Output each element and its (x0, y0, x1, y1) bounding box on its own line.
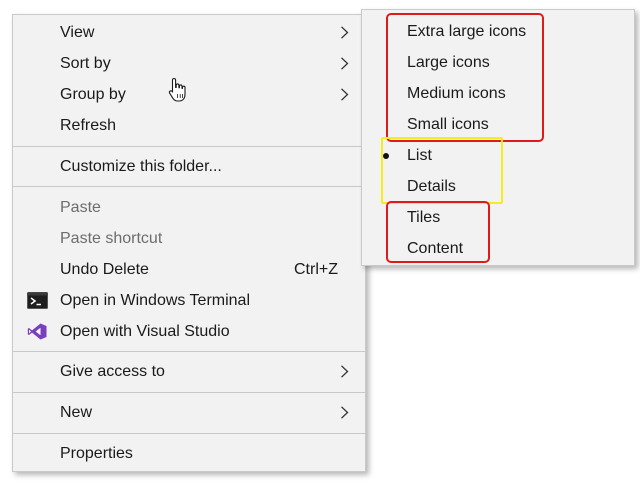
menu-separator (13, 351, 365, 352)
menu-item-give-access-to[interactable]: Give access to (13, 356, 365, 387)
submenu-item-large-icons[interactable]: Large icons (362, 47, 634, 78)
menu-item-label: Customize this folder... (60, 158, 222, 175)
menu-item-label: Group by (60, 86, 126, 103)
menu-item-label: Undo Delete (60, 261, 149, 278)
menu-item-properties[interactable]: Properties (13, 438, 365, 469)
submenu-item-label: Large icons (407, 54, 490, 71)
menu-item-paste: Paste (13, 192, 365, 223)
visual-studio-icon (27, 323, 47, 340)
submenu-item-details[interactable]: Details (362, 171, 634, 202)
submenu-item-extra-large-icons[interactable]: Extra large icons (362, 16, 634, 47)
submenu-item-label: Tiles (407, 209, 441, 226)
submenu-item-list[interactable]: List (362, 140, 634, 171)
chevron-right-icon (341, 88, 349, 101)
chevron-right-icon (341, 406, 349, 419)
view-submenu: Extra large icons Large icons Medium ico… (361, 9, 635, 266)
hand-cursor-icon (168, 77, 186, 102)
menu-item-paste-shortcut: Paste shortcut (13, 223, 365, 254)
menu-item-sort-by[interactable]: Sort by (13, 48, 365, 79)
menu-item-label: Properties (60, 445, 133, 462)
submenu-item-label: Content (407, 240, 464, 257)
submenu-item-label: Medium icons (407, 85, 506, 102)
menu-item-open-windows-terminal[interactable]: Open in Windows Terminal (13, 285, 365, 316)
menu-item-label: Open in Windows Terminal (60, 292, 251, 309)
context-menu: View Sort by Group by Refresh Customize … (12, 14, 366, 472)
menu-item-open-visual-studio[interactable]: Open with Visual Studio (13, 316, 365, 347)
submenu-item-content[interactable]: Content (362, 233, 634, 264)
menu-separator (13, 433, 365, 434)
chevron-right-icon (341, 365, 349, 378)
menu-item-label: Give access to (60, 363, 165, 380)
submenu-item-label: Small icons (407, 116, 489, 133)
menu-item-label: Open with Visual Studio (60, 323, 230, 340)
chevron-right-icon (341, 57, 349, 70)
menu-item-label: New (60, 404, 93, 421)
menu-item-undo-delete[interactable]: Undo Delete Ctrl+Z (13, 254, 365, 285)
menu-separator (13, 186, 365, 187)
menu-item-label: Sort by (60, 55, 111, 72)
menu-item-view[interactable]: View (13, 17, 365, 48)
terminal-icon (27, 292, 48, 309)
chevron-right-icon (341, 26, 349, 39)
menu-item-label: Paste (60, 199, 101, 216)
menu-item-label: Refresh (60, 117, 117, 134)
submenu-item-medium-icons[interactable]: Medium icons (362, 78, 634, 109)
menu-item-group-by[interactable]: Group by (13, 79, 365, 110)
submenu-item-label: List (407, 147, 432, 164)
submenu-item-label: Extra large icons (407, 23, 527, 40)
menu-item-customize-folder[interactable]: Customize this folder... (13, 151, 365, 182)
menu-separator (13, 392, 365, 393)
menu-separator (13, 146, 365, 147)
menu-item-label: Paste shortcut (60, 230, 163, 247)
menu-item-refresh[interactable]: Refresh (13, 110, 365, 141)
menu-item-shortcut: Ctrl+Z (294, 261, 338, 278)
submenu-item-label: Details (407, 178, 456, 195)
menu-item-new[interactable]: New (13, 397, 365, 428)
submenu-item-small-icons[interactable]: Small icons (362, 109, 634, 140)
selected-bullet-icon (383, 153, 389, 159)
menu-item-label: View (60, 24, 95, 41)
submenu-item-tiles[interactable]: Tiles (362, 202, 634, 233)
